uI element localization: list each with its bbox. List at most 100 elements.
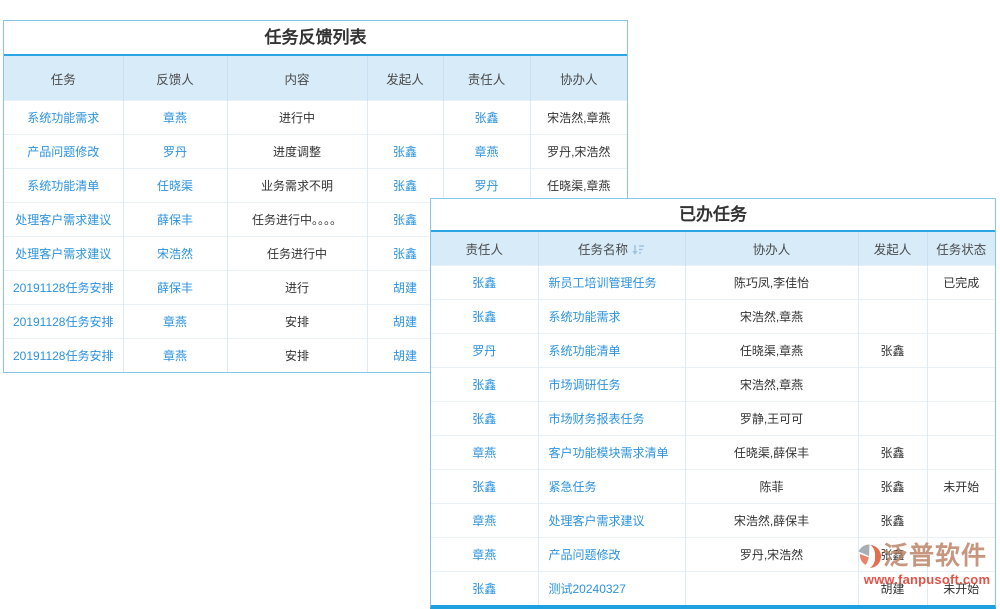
cell-link[interactable]: 罗丹 [431,334,538,368]
cell-text [858,402,927,436]
cell-text: 陈菲 [685,470,858,504]
cell-text: 进行中 [227,101,367,135]
feedback-panel-title: 任务反馈列表 [4,21,627,56]
cell-text [927,300,995,334]
cell-text: 张鑫 [858,334,927,368]
cell-link[interactable]: 章燕 [431,436,538,470]
cell-link[interactable]: 张鑫 [431,368,538,402]
table-row: 张鑫新员工培训管理任务陈巧凤,李佳怡已完成 [431,266,995,300]
cell-text: 张鑫 [858,504,927,538]
column-header-task-status: 任务状态 [927,232,995,266]
cell-link[interactable]: 系统功能需求 [538,300,685,334]
cell-text: 安排 [227,339,367,373]
cell-link[interactable]: 处理客户需求建议 [538,504,685,538]
cell-text [927,436,995,470]
cell-link[interactable]: 20191128任务安排 [4,271,123,305]
column-header-assistant: 协办人 [530,56,627,101]
cell-text: 进行 [227,271,367,305]
column-header-responsible: 责任人 [431,232,538,266]
cell-text: 任晓渠,章燕 [685,334,858,368]
cell-text: 张鑫 [858,538,927,572]
cell-link[interactable]: 张鑫 [431,266,538,300]
cell-link[interactable]: 张鑫 [443,101,530,135]
done-tasks-panel: 已办任务 责任人 任务名称 协办人 发起人 任务状态 张鑫新员工培训管理任务陈巧… [430,198,996,609]
cell-link[interactable]: 章燕 [431,538,538,572]
cell-link[interactable]: 处理客户需求建议 [4,203,123,237]
cell-text: 罗静,王可可 [685,402,858,436]
column-header-task: 任务 [4,56,123,101]
cell-text: 罗丹,宋浩然 [530,135,627,169]
cell-link[interactable]: 张鑫 [431,402,538,436]
table-row: 张鑫系统功能需求宋浩然,章燕 [431,300,995,334]
cell-link[interactable]: 系统功能需求 [4,101,123,135]
cell-link[interactable]: 系统功能清单 [4,169,123,203]
column-header-responsible: 责任人 [443,56,530,101]
cell-link[interactable]: 薛保丰 [123,203,227,237]
cell-link[interactable]: 宋浩然 [123,237,227,271]
cell-text [927,368,995,402]
cell-link[interactable]: 章燕 [431,504,538,538]
cell-text: 进度调整 [227,135,367,169]
cell-link[interactable]: 产品问题修改 [538,538,685,572]
cell-text [927,538,995,572]
cell-text: 宋浩然,薛保丰 [685,504,858,538]
table-row: 章燕处理客户需求建议宋浩然,薛保丰张鑫 [431,504,995,538]
table-row: 罗丹系统功能清单任晓渠,章燕张鑫 [431,334,995,368]
cell-text [858,300,927,334]
cell-text: 宋浩然,章燕 [530,101,627,135]
cell-link[interactable]: 章燕 [123,339,227,373]
table-row: 张鑫市场财务报表任务罗静,王可可 [431,402,995,436]
done-panel-title: 已办任务 [431,199,995,232]
cell-link[interactable]: 市场财务报表任务 [538,402,685,436]
cell-text: 张鑫 [858,470,927,504]
table-row: 章燕产品问题修改罗丹,宋浩然张鑫 [431,538,995,572]
cell-text: 任晓渠,薛保丰 [685,436,858,470]
cell-link[interactable]: 紧急任务 [538,470,685,504]
cell-link[interactable]: 张鑫 [431,300,538,334]
cell-text: 安排 [227,305,367,339]
cell-text: 宋浩然,章燕 [685,300,858,334]
cell-link[interactable]: 处理客户需求建议 [4,237,123,271]
cell-link[interactable]: 客户功能模块需求清单 [538,436,685,470]
cell-text [858,266,927,300]
table-row: 章燕客户功能模块需求清单任晓渠,薛保丰张鑫 [431,436,995,470]
feedback-header-row: 任务 反馈人 内容 发起人 责任人 协办人 [4,56,627,101]
cell-link[interactable]: 市场调研任务 [538,368,685,402]
cell-text [858,368,927,402]
cell-text: 任务进行中 [227,237,367,271]
cell-link[interactable]: 章燕 [123,305,227,339]
table-row: 产品问题修改罗丹进度调整张鑫章燕罗丹,宋浩然 [4,135,627,169]
cell-link[interactable]: 新员工培训管理任务 [538,266,685,300]
column-header-initiator: 发起人 [858,232,927,266]
column-header-assistant: 协办人 [685,232,858,266]
cell-text: 宋浩然,章燕 [685,368,858,402]
sort-amount-icon[interactable] [632,243,645,256]
cell-text: 陈巧凤,李佳怡 [685,266,858,300]
cell-text: 未开始 [927,470,995,504]
cell-text: 张鑫 [858,436,927,470]
cell-text [927,334,995,368]
cell-link[interactable]: 产品问题修改 [4,135,123,169]
cell-link[interactable]: 张鑫 [431,470,538,504]
cell-link[interactable]: 薛保丰 [123,271,227,305]
cell-text [927,402,995,436]
done-table: 责任人 任务名称 协办人 发起人 任务状态 张鑫新员工培训管理任务陈巧凤,李佳怡… [431,232,995,605]
done-table-body: 张鑫新员工培训管理任务陈巧凤,李佳怡已完成张鑫系统功能需求宋浩然,章燕罗丹系统功… [431,266,995,606]
table-row: 张鑫紧急任务陈菲张鑫未开始 [431,470,995,504]
cell-link[interactable]: 张鑫 [367,135,443,169]
cell-link[interactable]: 章燕 [123,101,227,135]
cell-link[interactable]: 罗丹 [123,135,227,169]
table-row: 系统功能需求章燕进行中 张鑫宋浩然,章燕 [4,101,627,135]
column-header-task-name[interactable]: 任务名称 [538,232,685,266]
cell-link[interactable]: 章燕 [443,135,530,169]
table-row: 张鑫市场调研任务宋浩然,章燕 [431,368,995,402]
cell-link[interactable]: 系统功能清单 [538,334,685,368]
cell-link[interactable]: 任晓渠 [123,169,227,203]
cell-text: 业务需求不明 [227,169,367,203]
cell-text [367,101,443,135]
cell-text [927,504,995,538]
cell-link[interactable]: 20191128任务安排 [4,339,123,373]
cell-link[interactable]: 20191128任务安排 [4,305,123,339]
done-header-row: 责任人 任务名称 协办人 发起人 任务状态 [431,232,995,266]
column-header-feedback-person: 反馈人 [123,56,227,101]
